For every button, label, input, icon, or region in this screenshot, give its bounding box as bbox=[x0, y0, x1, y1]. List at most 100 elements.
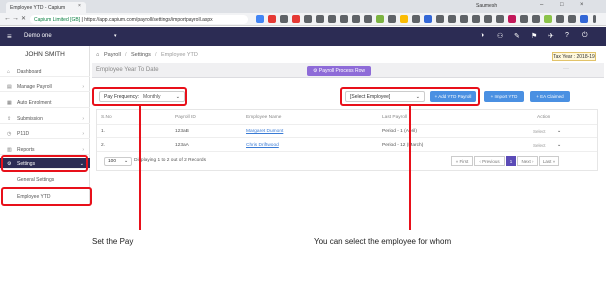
breadcrumb-settings[interactable]: Settings bbox=[131, 52, 151, 58]
breadcrumb-payroll[interactable]: Payroll bbox=[104, 52, 121, 58]
back-icon[interactable]: ← bbox=[4, 15, 11, 22]
extension-icon[interactable] bbox=[472, 15, 480, 23]
extension-icon[interactable] bbox=[424, 15, 432, 23]
sidebar-item-dashboard[interactable]: ⌂ Dashboard bbox=[0, 66, 90, 77]
browser-menu-icon[interactable] bbox=[593, 15, 596, 23]
extension-icon[interactable] bbox=[568, 15, 576, 23]
maximize-icon[interactable]: □ bbox=[560, 2, 564, 8]
breadcrumb-employee-ytd: Employee YTD bbox=[161, 52, 198, 58]
extension-icon[interactable] bbox=[448, 15, 456, 23]
extension-icon[interactable] bbox=[268, 15, 276, 23]
screenshot: Employee YTD - Capium × Saumesh – □ × ← … bbox=[0, 0, 606, 287]
menu-icon[interactable]: ≡ bbox=[7, 32, 12, 41]
extension-icon[interactable] bbox=[388, 15, 396, 23]
sidebar-item-submission[interactable]: ⇪ Submission › bbox=[0, 113, 90, 124]
notification-icon[interactable]: ⚑ bbox=[531, 32, 537, 40]
support-icon[interactable]: ◑ bbox=[480, 32, 484, 39]
extension-icon[interactable] bbox=[376, 15, 384, 23]
tax-year-badge: Tax Year : 2018-19 bbox=[552, 52, 596, 61]
first-page-button[interactable]: « First bbox=[451, 156, 473, 166]
sidebar-item-label: Submission bbox=[17, 116, 43, 122]
action-select[interactable]: Select bbox=[533, 129, 546, 134]
forward-icon[interactable]: → bbox=[12, 15, 19, 22]
send-icon[interactable]: ✈ bbox=[548, 32, 554, 40]
sidebar-subitem-general-settings[interactable]: General Settings bbox=[0, 174, 90, 185]
user-name: JOHN SMITH bbox=[25, 51, 65, 58]
company-selector[interactable]: Demo one bbox=[24, 33, 52, 39]
extension-icon[interactable] bbox=[496, 15, 504, 23]
extension-icon[interactable] bbox=[280, 15, 288, 23]
payroll-process-row-button[interactable]: ⚙ Payroll Process Row bbox=[307, 66, 371, 76]
secure-site-label: Capium Limited [GB] bbox=[34, 17, 81, 23]
employee-link[interactable]: Chris Driftwood bbox=[246, 143, 279, 148]
ea-claimed-button[interactable]: + EA Claimed bbox=[530, 91, 570, 102]
extension-icon[interactable] bbox=[520, 15, 528, 23]
table-divider bbox=[97, 151, 597, 152]
extension-icon[interactable] bbox=[400, 15, 408, 23]
sidebar-item-p11d[interactable]: ◷ P11D › bbox=[0, 128, 90, 139]
highlight-pay-frequency bbox=[92, 87, 187, 106]
url-text: https://app.capium.com/payroll/settings/… bbox=[84, 17, 213, 23]
minimize-icon[interactable]: – bbox=[540, 2, 543, 8]
import-ytd-button[interactable]: + Import YTD bbox=[484, 91, 524, 102]
help-icon[interactable]: ? bbox=[565, 32, 569, 39]
chevron-down-icon[interactable]: ▾ bbox=[114, 33, 117, 39]
extension-icon[interactable] bbox=[316, 15, 324, 23]
cell-sno: 1. bbox=[101, 129, 106, 134]
highlight-employee-ytd bbox=[1, 187, 92, 206]
table-divider bbox=[97, 137, 597, 138]
payroll-icon: ▤ bbox=[7, 84, 12, 90]
more-options-icon[interactable]: ··· bbox=[563, 66, 569, 72]
extension-icon[interactable] bbox=[436, 15, 444, 23]
extension-icon[interactable] bbox=[556, 15, 564, 23]
caption-set-pay: Set the Pay bbox=[92, 237, 134, 246]
highlight-employee-select bbox=[340, 87, 480, 106]
extension-icon[interactable] bbox=[256, 15, 264, 23]
close-window-icon[interactable]: × bbox=[580, 2, 584, 8]
sidebar-item-auto-enrolment[interactable]: ▦ Auto Enrolment bbox=[0, 97, 90, 108]
stop-icon[interactable]: ✕ bbox=[21, 15, 26, 22]
extension-icon[interactable] bbox=[412, 15, 420, 23]
address-bar[interactable]: Capium Limited [GB] | https://app.capium… bbox=[30, 15, 248, 24]
sidebar-item-manage-payroll[interactable]: ▤ Manage Payroll › bbox=[0, 81, 90, 92]
browser-tab[interactable]: Employee YTD - Capium bbox=[6, 2, 86, 13]
action-select[interactable]: Select bbox=[533, 143, 546, 148]
previous-page-button[interactable]: ‹ Previous bbox=[474, 156, 505, 166]
sidebar-item-reports[interactable]: ▥ Reports › bbox=[0, 144, 90, 155]
extension-icon[interactable] bbox=[544, 15, 552, 23]
extension-icon[interactable] bbox=[340, 15, 348, 23]
employee-link[interactable]: Margaret Dumont bbox=[246, 129, 283, 134]
extension-icon[interactable] bbox=[508, 15, 516, 23]
extension-icon[interactable] bbox=[304, 15, 312, 23]
column-header-sno: S.No bbox=[101, 115, 112, 120]
breadcrumb-separator: / bbox=[125, 52, 127, 58]
extension-icon[interactable] bbox=[352, 15, 360, 23]
callout-line-left bbox=[139, 106, 141, 230]
cell-sno: 2. bbox=[101, 143, 106, 148]
next-page-button[interactable]: Next › bbox=[517, 156, 538, 166]
tab-close-icon[interactable]: × bbox=[78, 3, 81, 9]
chevron-right-icon: › bbox=[82, 131, 84, 137]
edit-icon[interactable]: ✎ bbox=[514, 32, 520, 40]
last-page-button[interactable]: Last » bbox=[539, 156, 559, 166]
extension-icon[interactable] bbox=[532, 15, 540, 23]
chevron-down-icon[interactable]: ⌄ bbox=[557, 142, 561, 148]
chevron-right-icon: › bbox=[82, 84, 84, 90]
chevron-down-icon[interactable]: ⌄ bbox=[557, 128, 561, 134]
extension-icon[interactable] bbox=[328, 15, 336, 23]
page-1-button[interactable]: 1 bbox=[506, 156, 516, 166]
table-divider bbox=[97, 124, 597, 125]
logout-icon[interactable]: ⏻ bbox=[582, 32, 588, 40]
p11d-icon: ◷ bbox=[7, 131, 12, 137]
highlight-settings bbox=[1, 155, 88, 172]
apps-icon[interactable]: ⚇ bbox=[497, 32, 503, 40]
extension-icon[interactable] bbox=[292, 15, 300, 23]
extension-icon[interactable] bbox=[364, 15, 372, 23]
column-header-payroll-id: Payroll ID bbox=[175, 115, 196, 120]
chevron-down-icon[interactable]: ⌄ bbox=[124, 158, 128, 164]
extension-icon[interactable] bbox=[484, 15, 492, 23]
home-icon[interactable]: ⌂ bbox=[96, 52, 99, 58]
browser-profile[interactable]: Saumesh bbox=[476, 3, 497, 9]
extension-icon[interactable] bbox=[460, 15, 468, 23]
extension-icon[interactable] bbox=[580, 15, 588, 23]
